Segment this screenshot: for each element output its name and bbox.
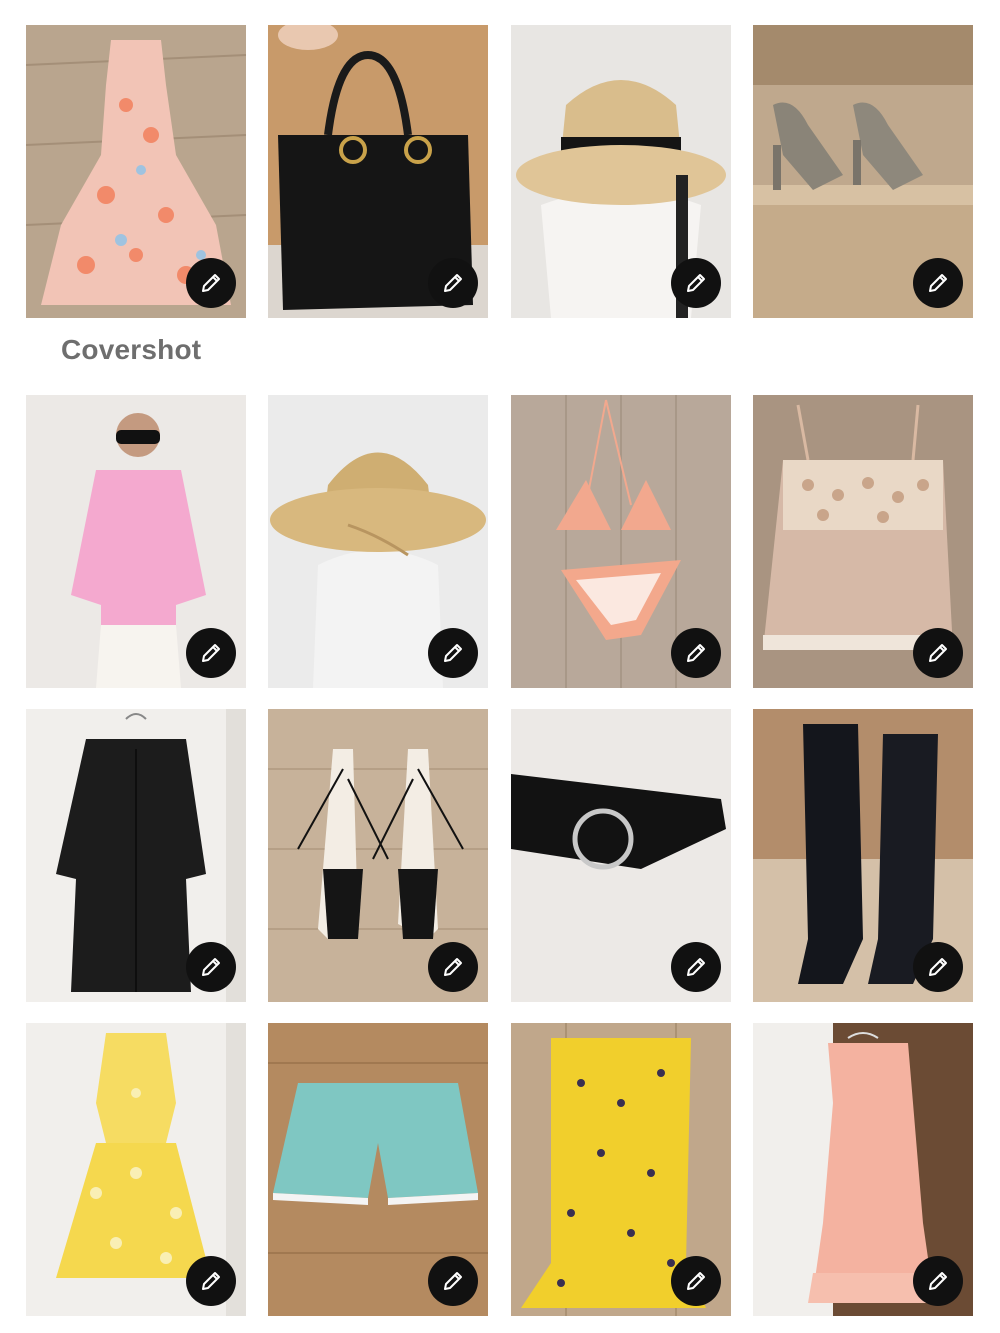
photo-tile-straw-sun-hat[interactable] bbox=[268, 395, 488, 688]
edit-button[interactable] bbox=[671, 1256, 721, 1306]
photo-tile-black-suede-boots[interactable] bbox=[753, 709, 973, 1002]
photo-tile-straw-fedora-hat[interactable] bbox=[511, 25, 731, 318]
edit-button[interactable] bbox=[913, 1256, 963, 1306]
photo-tile-black-wool-coat[interactable] bbox=[26, 709, 246, 1002]
pencil-icon bbox=[202, 958, 220, 976]
photo-tile-black-strappy-sandals[interactable] bbox=[268, 709, 488, 1002]
pencil-icon bbox=[687, 958, 705, 976]
edit-button[interactable] bbox=[186, 1256, 236, 1306]
edit-button[interactable] bbox=[428, 258, 478, 308]
edit-button[interactable] bbox=[913, 258, 963, 308]
edit-button[interactable] bbox=[913, 628, 963, 678]
pencil-icon bbox=[444, 644, 462, 662]
edit-button[interactable] bbox=[428, 942, 478, 992]
photo-tile-pink-button-shirt[interactable] bbox=[26, 395, 246, 688]
pencil-icon bbox=[444, 274, 462, 292]
edit-button[interactable] bbox=[186, 942, 236, 992]
edit-button[interactable] bbox=[428, 628, 478, 678]
edit-button[interactable] bbox=[671, 942, 721, 992]
pencil-icon bbox=[202, 274, 220, 292]
pencil-icon bbox=[444, 1272, 462, 1290]
pencil-icon bbox=[687, 644, 705, 662]
pencil-icon bbox=[202, 644, 220, 662]
photo-tile-metallic-platform-sandals[interactable] bbox=[753, 25, 973, 318]
photo-tile-black-suede-belt[interactable] bbox=[511, 709, 731, 1002]
pencil-icon bbox=[202, 1272, 220, 1290]
pencil-icon bbox=[929, 644, 947, 662]
edit-button[interactable] bbox=[428, 1256, 478, 1306]
photo-tile-aqua-crochet-shorts[interactable] bbox=[268, 1023, 488, 1316]
pencil-icon bbox=[929, 1272, 947, 1290]
edit-button[interactable] bbox=[913, 942, 963, 992]
covershot-label: Covershot bbox=[61, 334, 202, 365]
pencil-icon bbox=[687, 1272, 705, 1290]
pencil-icon bbox=[929, 274, 947, 292]
edit-button[interactable] bbox=[186, 628, 236, 678]
pencil-icon bbox=[929, 958, 947, 976]
photo-tile-sequin-cami-top[interactable] bbox=[753, 395, 973, 688]
photo-tile-floral-maxi-dress[interactable] bbox=[26, 25, 246, 318]
photo-tile-yellow-floral-dress[interactable] bbox=[26, 1023, 246, 1316]
edit-button[interactable] bbox=[671, 258, 721, 308]
edit-button[interactable] bbox=[671, 628, 721, 678]
photo-tile-peach-bikini[interactable] bbox=[511, 395, 731, 688]
pencil-icon bbox=[687, 274, 705, 292]
edit-button[interactable] bbox=[186, 258, 236, 308]
photo-tile-black-leather-handbag[interactable] bbox=[268, 25, 488, 318]
photo-tile-yellow-floral-skirt[interactable] bbox=[511, 1023, 731, 1316]
pencil-icon bbox=[444, 958, 462, 976]
photo-tile-pink-gingham-dress[interactable] bbox=[753, 1023, 973, 1316]
